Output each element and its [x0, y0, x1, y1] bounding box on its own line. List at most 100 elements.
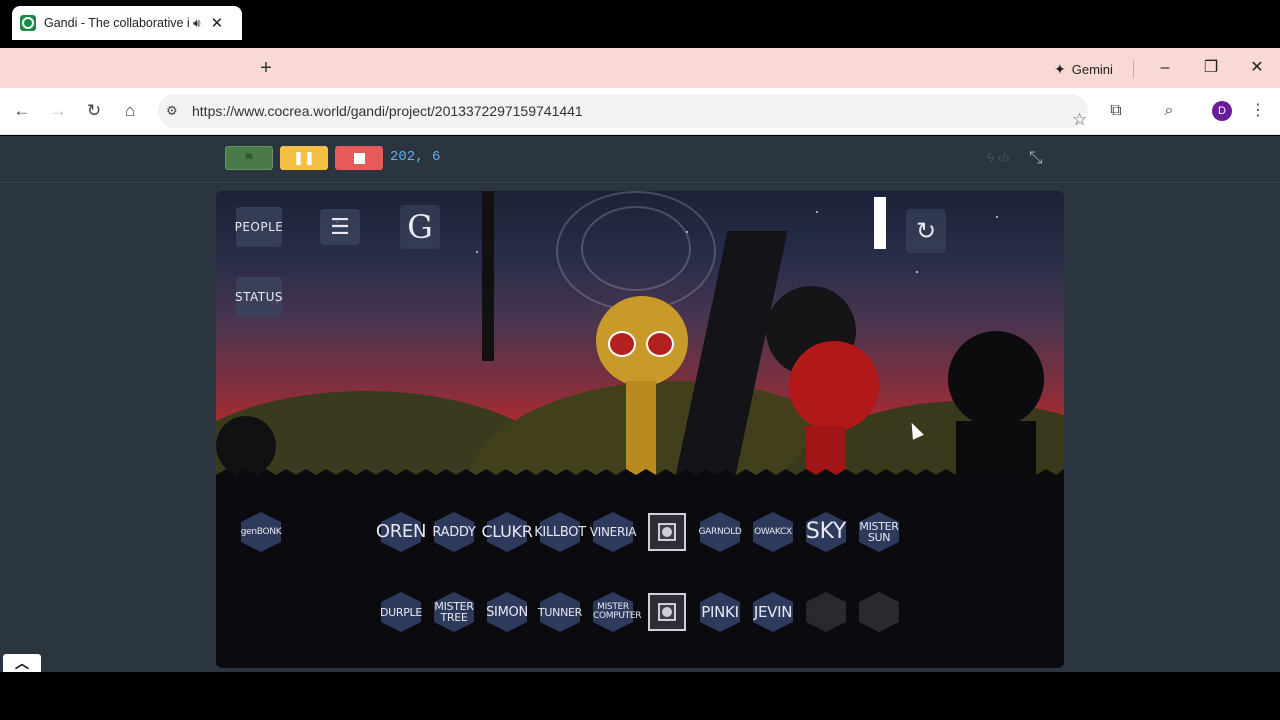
site-info-icon[interactable]: ⚙	[166, 103, 182, 119]
status-button[interactable]: STATUS	[234, 277, 284, 317]
character-label: CLUKR	[481, 522, 533, 541]
restore-button[interactable]: ❐	[1199, 56, 1223, 80]
gemini-spark-icon: ✦	[1054, 60, 1066, 77]
pole-silhouette	[482, 191, 494, 361]
bonus-box-icon[interactable]	[644, 589, 690, 635]
profile-avatar[interactable]: D	[1212, 101, 1232, 121]
character-label: MISTER SUN	[859, 520, 899, 544]
character-label: VINERIA	[589, 525, 637, 539]
oren-body	[626, 381, 656, 481]
character-slot[interactable]: SKY	[803, 509, 849, 555]
star	[916, 271, 918, 273]
character-label: GARNOLD	[698, 526, 742, 537]
people-button[interactable]: PEOPLE	[235, 207, 283, 247]
slot-frame	[859, 592, 899, 632]
green-flag-button[interactable]: ⚑	[225, 146, 273, 170]
raddy-character	[789, 341, 879, 431]
bonus-box-dot	[662, 527, 672, 537]
genbonk-button[interactable]: genBONK	[238, 509, 284, 555]
close-window-button[interactable]: ✕	[1245, 56, 1269, 80]
character-slot[interactable]: GARNOLD	[697, 509, 743, 555]
gemini-label: Gemini	[1071, 61, 1113, 77]
round-silhouette	[948, 331, 1044, 427]
character-label: MISTER COMPUTER	[593, 602, 642, 621]
bonus-box-icon[interactable]	[644, 509, 690, 555]
menu-kebab-icon[interactable]: ⋮	[1246, 99, 1270, 123]
character-label: JEVIN	[753, 602, 793, 621]
fullscreen-exit-icon[interactable]: ⤡	[1029, 148, 1043, 168]
game-stage[interactable]: PEOPLE STATUS ☰ G ↻ genBONK OREN RADDY C…	[216, 191, 1064, 668]
forward-arrow-icon[interactable]: →	[46, 99, 70, 123]
character-label: PINKI	[701, 602, 739, 621]
oren-eye	[646, 331, 674, 357]
character-slot[interactable]: MISTER COMPUTER	[590, 589, 642, 635]
locked-slot	[803, 589, 849, 635]
star	[476, 251, 478, 253]
character-slot[interactable]: MISTER SUN	[856, 509, 902, 555]
star	[996, 216, 998, 218]
character-slot[interactable]: OWAKCX	[750, 509, 796, 555]
character-label: DURPLE	[379, 605, 423, 619]
gandi-favicon-icon	[20, 15, 36, 31]
reload-icon[interactable]: ↻	[82, 99, 106, 123]
bookmark-star-icon[interactable]: ☆	[1072, 110, 1087, 129]
flag-icon: ⚑	[243, 150, 255, 165]
star	[816, 211, 818, 213]
gandi-logo-icon[interactable]: G	[400, 205, 440, 249]
search-tab-icon[interactable]: ⌕	[1157, 99, 1181, 123]
pause-button[interactable]: ❚❚	[280, 146, 328, 170]
character-slot[interactable]: SIMON	[484, 589, 530, 635]
player-controls	[0, 136, 1280, 183]
slot-frame	[806, 592, 846, 632]
character-slot[interactable]: OREN	[375, 509, 427, 555]
mouse-coordinates: 202, 6	[390, 149, 441, 165]
address-bar[interactable]: ⚙ https://www.cocrea.world/gandi/project…	[158, 94, 1088, 129]
locked-slot	[856, 589, 902, 635]
character-slot[interactable]: CLUKR	[481, 509, 533, 555]
extensions-icon[interactable]: ⧉	[1104, 99, 1128, 123]
character-label: OWAKCX	[754, 526, 792, 537]
toolbar-divider	[1133, 60, 1134, 78]
volume-bar[interactable]	[874, 197, 886, 249]
silhouette	[216, 416, 276, 476]
stop-button[interactable]	[335, 146, 383, 170]
speaker-icon[interactable]: 🔊︎	[193, 16, 201, 31]
character-slot[interactable]: VINERIA	[590, 509, 636, 555]
character-label: MISTER TREE	[434, 600, 474, 624]
character-slot[interactable]: PINKI	[697, 589, 743, 635]
oren-eye	[608, 331, 636, 357]
home-icon[interactable]: ⌂	[118, 99, 142, 123]
turbo-code-icons[interactable]: ϟ ‹/›	[987, 150, 1010, 165]
halo-ring	[581, 206, 691, 291]
ground	[216, 479, 1064, 668]
gemini-button[interactable]: ✦ Gemini	[1044, 56, 1123, 82]
scroll-up-chevron-icon[interactable]: ︿	[3, 654, 41, 672]
character-label: OREN	[375, 521, 427, 542]
character-slot[interactable]: DURPLE	[378, 589, 424, 635]
character-label: RADDY	[432, 524, 476, 540]
back-arrow-icon[interactable]: ←	[10, 99, 34, 123]
url-text[interactable]: https://www.cocrea.world/gandi/project/2…	[192, 103, 583, 119]
character-slot[interactable]: TUNNER	[537, 589, 583, 635]
character-slot[interactable]: RADDY	[431, 509, 477, 555]
menu-icon[interactable]: ☰	[320, 209, 360, 245]
screen: Gandi - The collaborative in 🔊︎ ✕ + ✦ Ge…	[0, 0, 1280, 720]
character-slot[interactable]: JEVIN	[750, 589, 796, 635]
character-label: SKY	[805, 519, 847, 544]
character-label: SIMON	[486, 604, 528, 620]
restart-icon[interactable]: ↻	[906, 209, 946, 253]
new-tab-button[interactable]: +	[256, 56, 276, 80]
browser-tab[interactable]: Gandi - The collaborative in 🔊︎ ✕	[12, 6, 242, 40]
ground-edge	[216, 469, 1064, 483]
close-icon[interactable]: ✕	[211, 14, 224, 32]
bonus-box-dot	[662, 607, 672, 617]
tab-title: Gandi - The collaborative in	[44, 16, 189, 30]
character-slot[interactable]: MISTER TREE	[431, 589, 477, 635]
minimize-button[interactable]: –	[1153, 56, 1177, 80]
genbonk-label: genBONK	[240, 526, 282, 537]
pause-icon: ❚❚	[293, 150, 315, 165]
character-label: KILLBOT	[534, 524, 586, 540]
status-label: STATUS	[234, 290, 284, 304]
stop-icon	[353, 152, 365, 164]
character-slot[interactable]: KILLBOT	[534, 509, 586, 555]
